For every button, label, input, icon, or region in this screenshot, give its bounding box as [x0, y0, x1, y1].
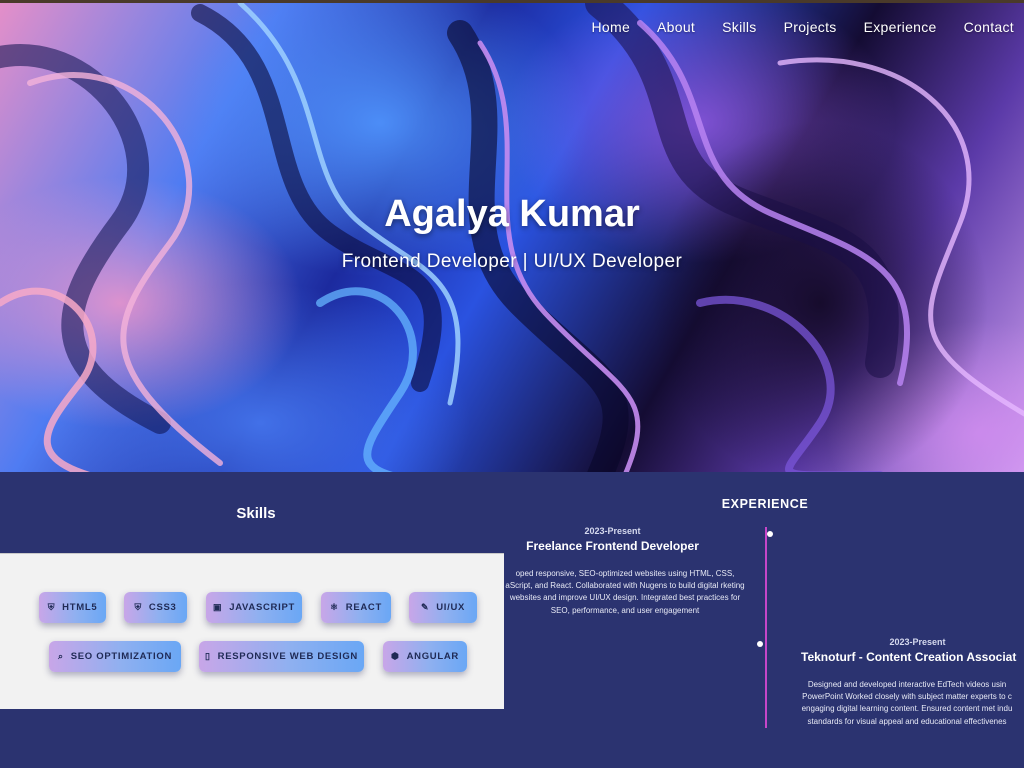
skill-label: HTML5	[62, 602, 98, 613]
nav-link-about[interactable]: About	[657, 19, 695, 35]
skill-chip-css3[interactable]: ⛨ CSS3	[124, 592, 187, 623]
experience-description: oped responsive, SEO-optimized websites …	[505, 569, 745, 615]
hero-banner: Home About Skills Projects Experience Co…	[0, 0, 1024, 472]
nav-link-experience[interactable]: Experience	[864, 19, 937, 35]
skill-label: RESPONSIVE WEB DESIGN	[217, 651, 358, 662]
hero-subtitle: Frontend Developer | UI/UX Developer	[341, 251, 683, 272]
mobile-icon: ▯	[205, 651, 211, 661]
skill-label: CSS3	[148, 602, 177, 613]
skill-chip-uiux[interactable]: ✎ UI/UX	[409, 592, 477, 623]
skills-panel: ⛨ HTML5 ⛨ CSS3 ▣ JAVASCRIPT ⚛ REACT ✎ UI…	[0, 553, 504, 709]
timeline-dot	[767, 531, 773, 537]
nav-link-home[interactable]: Home	[591, 19, 630, 35]
skill-chip-responsive-web-design[interactable]: ▯ RESPONSIVE WEB DESIGN	[199, 641, 364, 672]
html5-icon: ⛨	[47, 602, 56, 612]
skills-heading: Skills	[236, 505, 276, 522]
skill-label: ANGULAR	[406, 651, 459, 662]
experience-heading: EXPERIENCE	[721, 497, 809, 511]
search-icon: ⌕	[57, 651, 64, 661]
hero-background-swirls	[0, 3, 1024, 472]
experience-role: Freelance Frontend Developer	[526, 539, 699, 553]
experience-description: Designed and developed interactive EdTec…	[801, 680, 1013, 726]
react-icon: ⚛	[329, 602, 339, 612]
javascript-icon: ▣	[213, 602, 223, 612]
skill-chip-javascript[interactable]: ▣ JAVASCRIPT	[206, 592, 302, 623]
hero-name: Agalya Kumar	[384, 193, 640, 235]
skill-chip-angular[interactable]: ⬢ ANGULAR	[383, 641, 467, 672]
skill-label: SEO OPTIMIZATION	[70, 651, 173, 662]
skill-label: UI/UX	[436, 602, 466, 613]
skill-chip-seo-optimization[interactable]: ⌕ SEO OPTIMIZATION	[49, 641, 181, 672]
skill-chip-html5[interactable]: ⛨ HTML5	[39, 592, 106, 623]
skill-label: REACT	[345, 602, 382, 613]
timeline-line	[765, 527, 767, 728]
nav-link-skills[interactable]: Skills	[722, 19, 756, 35]
angular-icon: ⬢	[391, 651, 400, 661]
css3-icon: ⛨	[134, 602, 142, 612]
paintbrush-icon: ✎	[420, 602, 430, 612]
skill-chip-react[interactable]: ⚛ REACT	[321, 592, 391, 623]
nav-link-contact[interactable]: Contact	[964, 19, 1014, 35]
experience-date: 2023-Present	[889, 637, 946, 647]
skill-label: JAVASCRIPT	[229, 602, 295, 613]
experience-date: 2023-Present	[584, 526, 641, 536]
main-nav: Home About Skills Projects Experience Co…	[591, 19, 1014, 35]
timeline-dot	[757, 641, 763, 647]
nav-link-projects[interactable]: Projects	[784, 19, 837, 35]
experience-role: Teknoturf - Content Creation Associat	[801, 650, 1017, 664]
